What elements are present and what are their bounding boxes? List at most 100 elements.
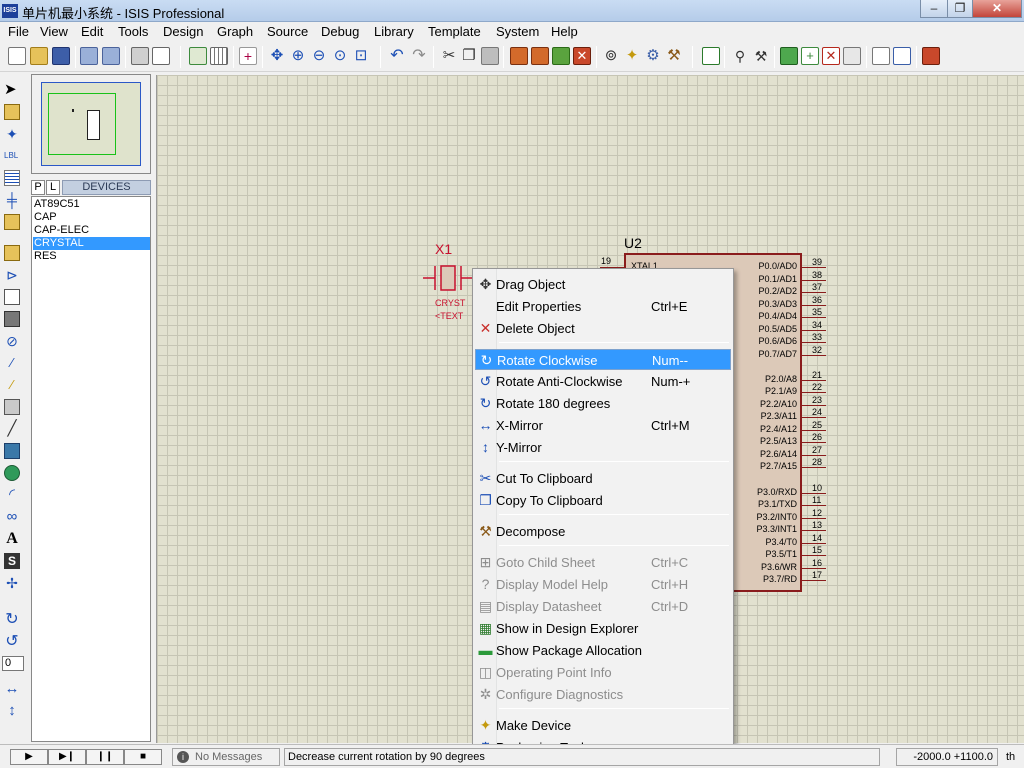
rotate-anticlockwise-icon[interactable]: ↺ xyxy=(4,634,20,650)
pause-button[interactable]: ❙❙ xyxy=(86,749,124,765)
menu-item-rotate-anticlockwise[interactable]: ↺ Rotate Anti-Clockwise Num-+ xyxy=(475,371,731,392)
menu-item-cut-to-clipboard[interactable]: ✂ Cut To Clipboard xyxy=(475,468,731,489)
grid-icon[interactable] xyxy=(210,47,228,65)
device-item[interactable]: AT89C51 xyxy=(33,198,150,211)
block-move-icon[interactable] xyxy=(531,47,549,65)
wire-autorouter-icon[interactable] xyxy=(702,47,720,65)
block-rotate-icon[interactable] xyxy=(552,47,570,65)
path-tool-icon[interactable]: ∞ xyxy=(4,509,20,525)
new-file-icon[interactable] xyxy=(8,47,26,65)
block-delete-icon[interactable]: ✕ xyxy=(573,47,591,65)
circle-tool-icon[interactable] xyxy=(4,465,20,481)
tape-recorder-icon[interactable] xyxy=(4,311,20,327)
menu-edit[interactable]: Edit xyxy=(79,24,105,39)
new-sheet-icon[interactable] xyxy=(780,47,798,65)
pick-devices-button[interactable]: P xyxy=(31,180,45,195)
make-device-icon[interactable]: ✦ xyxy=(623,47,641,65)
voltage-probe-icon[interactable]: ⁄ xyxy=(4,355,20,371)
add-sheet-icon[interactable]: + xyxy=(801,47,819,65)
menu-item-rotate-clockwise[interactable]: ↻ Rotate Clockwise Num-- xyxy=(475,349,731,370)
menu-item-rotate-180[interactable]: ↻ Rotate 180 degrees xyxy=(475,393,731,414)
wire-label-icon[interactable]: LBL xyxy=(4,148,20,164)
electrical-rules-check-icon[interactable] xyxy=(893,47,911,65)
menu-template[interactable]: Template xyxy=(426,24,483,39)
zoom-area-icon[interactable]: ⊡ xyxy=(352,47,370,65)
menu-item-edit-properties[interactable]: Edit Properties Ctrl+E xyxy=(475,296,731,317)
subcircuit-icon[interactable] xyxy=(4,214,20,230)
zoom-to-child-icon[interactable] xyxy=(843,47,861,65)
redo-icon[interactable]: ↷ xyxy=(410,47,428,65)
menu-item-decompose[interactable]: ⚒ Decompose xyxy=(475,521,731,542)
y-mirror-icon[interactable]: ↕ xyxy=(4,703,20,719)
component-mode-icon[interactable] xyxy=(4,104,20,120)
messages-box[interactable]: i No Messages xyxy=(172,748,280,766)
arc-tool-icon[interactable]: ◜ xyxy=(4,487,20,503)
copy-icon[interactable]: ❐ xyxy=(460,47,478,65)
export-icon[interactable] xyxy=(102,47,120,65)
menu-item-copy-to-clipboard[interactable]: ❐ Copy To Clipboard xyxy=(475,490,731,511)
menu-source[interactable]: Source xyxy=(265,24,310,39)
search-tag-icon[interactable]: ⚲ xyxy=(731,47,749,65)
pan-icon[interactable]: ✥ xyxy=(268,47,286,65)
menu-library[interactable]: Library xyxy=(372,24,416,39)
menu-debug[interactable]: Debug xyxy=(319,24,361,39)
generator-icon[interactable]: ⊘ xyxy=(4,333,20,349)
box-tool-icon[interactable] xyxy=(4,443,20,459)
line-tool-icon[interactable]: ╱ xyxy=(4,421,20,437)
crystal-symbol[interactable] xyxy=(423,260,475,296)
virtual-instruments-icon[interactable] xyxy=(4,399,20,415)
print-area-icon[interactable] xyxy=(152,47,170,65)
block-copy-icon[interactable] xyxy=(510,47,528,65)
zoom-in-icon[interactable]: ⊕ xyxy=(289,47,307,65)
print-icon[interactable] xyxy=(131,47,149,65)
selection-mode-icon[interactable]: ➤ xyxy=(4,82,20,98)
text-tool-icon[interactable]: A xyxy=(4,531,20,547)
undo-icon[interactable]: ↶ xyxy=(388,47,406,65)
bill-of-materials-icon[interactable] xyxy=(872,47,890,65)
property-tool-icon[interactable]: ⚒ xyxy=(752,47,770,65)
device-item[interactable]: CAP xyxy=(33,211,150,224)
paste-icon[interactable] xyxy=(481,47,499,65)
save-icon[interactable] xyxy=(52,47,70,65)
menu-item-drag-object[interactable]: ✥ Drag Object xyxy=(475,274,731,295)
menu-item-show-in-design-explorer[interactable]: ▦ Show in Design Explorer xyxy=(475,618,731,639)
restore-button[interactable]: ❐ xyxy=(947,0,973,18)
zoom-out-icon[interactable]: ⊖ xyxy=(310,47,328,65)
menu-tools[interactable]: Tools xyxy=(116,24,150,39)
symbol-tool-icon[interactable]: S xyxy=(4,553,20,569)
library-manager-button[interactable]: L xyxy=(46,180,60,195)
remove-sheet-icon[interactable]: ✕ xyxy=(822,47,840,65)
ares-netlist-icon[interactable] xyxy=(922,47,940,65)
packaging-tool-icon[interactable]: ⚙ xyxy=(644,47,662,65)
decompose-icon[interactable]: ⚒ xyxy=(665,47,683,65)
menu-item-show-package-allocation[interactable]: ▬ Show Package Allocation xyxy=(475,640,731,661)
device-item[interactable]: RES xyxy=(33,250,150,263)
menu-item-make-device[interactable]: ✦ Make Device xyxy=(475,715,731,736)
device-item[interactable]: CAP-ELEC xyxy=(33,224,150,237)
menu-item-x-mirror[interactable]: ↔ X-Mirror Ctrl+M xyxy=(475,415,731,436)
device-item-selected[interactable]: CRYSTAL xyxy=(33,237,150,250)
overview-window[interactable] xyxy=(31,74,151,174)
menu-item-y-mirror[interactable]: ↕ Y-Mirror xyxy=(475,437,731,458)
zoom-all-icon[interactable]: ⊙ xyxy=(331,47,349,65)
buses-icon[interactable]: ╪ xyxy=(4,192,20,208)
menu-graph[interactable]: Graph xyxy=(215,24,255,39)
menu-item-delete-object[interactable]: ✕ Delete Object xyxy=(475,318,731,339)
menu-view[interactable]: View xyxy=(38,24,70,39)
menu-file[interactable]: File xyxy=(6,24,31,39)
rotate-clockwise-icon[interactable]: ↻ xyxy=(4,612,20,628)
open-folder-icon[interactable] xyxy=(30,47,48,65)
menu-design[interactable]: Design xyxy=(161,24,205,39)
marker-tool-icon[interactable]: ✢ xyxy=(4,575,20,591)
current-probe-icon[interactable]: ⁄ xyxy=(4,377,20,393)
menu-help[interactable]: Help xyxy=(549,24,580,39)
close-button[interactable]: ✕ xyxy=(972,0,1022,18)
menu-system[interactable]: System xyxy=(494,24,541,39)
x-mirror-icon[interactable]: ↔ xyxy=(4,681,20,697)
terminals-icon[interactable] xyxy=(4,245,20,261)
redraw-icon[interactable] xyxy=(189,47,207,65)
play-button[interactable]: ▶ xyxy=(10,749,48,765)
import-icon[interactable] xyxy=(80,47,98,65)
device-pins-icon[interactable]: ⊳ xyxy=(4,267,20,283)
junction-dot-icon[interactable]: ✦ xyxy=(4,126,20,142)
